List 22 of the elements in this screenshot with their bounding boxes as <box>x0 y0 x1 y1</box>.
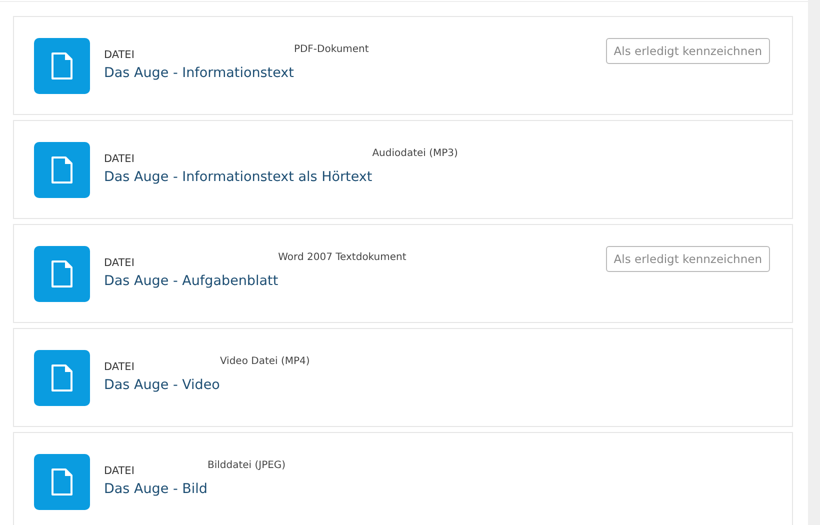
file-icon <box>34 246 90 302</box>
mark-done-button[interactable]: Als erledigt kennzeichnen <box>606 246 770 272</box>
activity-link[interactable]: Das Auge - Video <box>104 377 220 393</box>
file-icon <box>34 38 90 94</box>
file-type-label: Audiodatei (MP3) <box>372 148 458 160</box>
file-icon <box>34 454 90 510</box>
file-type-label: Video Datei (MP4) <box>220 356 310 368</box>
activity-link[interactable]: Das Auge - Aufgabenblatt <box>104 273 278 289</box>
file-icon <box>34 350 90 406</box>
file-type-label: Word 2007 Textdokument <box>278 252 406 264</box>
file-type-label: Bilddatei (JPEG) <box>207 460 286 472</box>
file-type-label: PDF-Dokument <box>294 44 369 56</box>
activity-link[interactable]: Das Auge - Informationstext als Hörtext <box>104 169 372 185</box>
activity-type-label: DATEI <box>104 153 136 165</box>
activity-link[interactable]: Das Auge - Bild <box>104 481 208 497</box>
file-icon <box>34 142 90 198</box>
mark-done-button[interactable]: Als erledigt kennzeichnen <box>606 38 770 64</box>
activity-type-label: DATEI <box>104 49 136 61</box>
activity-type-label: DATEI <box>104 257 136 269</box>
activity-type-label: DATEI <box>104 361 136 373</box>
activity-type-label: DATEI <box>104 465 136 477</box>
activity-link[interactable]: Das Auge - Informationstext <box>104 65 294 81</box>
